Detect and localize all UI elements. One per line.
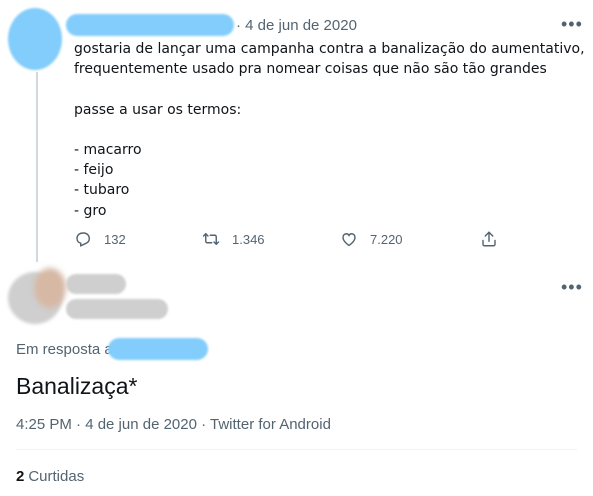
reply-button[interactable]: 132 <box>74 230 126 248</box>
avatar-detail <box>34 268 66 308</box>
author-name-redacted[interactable] <box>66 274 126 294</box>
tweet-date[interactable]: · 4 de jun de 2020 <box>236 17 357 34</box>
author-handle-redacted[interactable] <box>66 299 168 319</box>
retweet-count: 1.346 <box>232 231 265 247</box>
more-options-icon[interactable]: ••• <box>561 14 583 35</box>
tweet-body: gostaria de lançar uma campanha contra a… <box>74 39 585 221</box>
tweet-line: - gro <box>74 202 107 219</box>
heart-icon <box>342 233 356 247</box>
tweet-line: frequentemente usado pra nomear coisas q… <box>74 61 547 78</box>
thread-connector <box>36 72 38 262</box>
tweet-line <box>74 120 574 140</box>
tweet-text: Banalizaça* <box>16 373 138 399</box>
tweet-line: gostaria de lançar uma campanha contra a… <box>74 41 585 57</box>
retweet-button[interactable]: 1.346 <box>202 230 265 248</box>
tweet-line: - feijo <box>74 162 114 179</box>
reply-icon <box>76 232 91 247</box>
likes-count: 2 <box>16 468 25 485</box>
likes-summary[interactable]: 2 Curtidas <box>16 468 84 485</box>
like-count: 7.220 <box>370 231 403 247</box>
share-button[interactable] <box>480 230 510 248</box>
share-icon <box>482 231 496 247</box>
reply-count: 132 <box>104 231 126 247</box>
likes-label: Curtidas <box>28 468 85 485</box>
reply-to-handle-redacted[interactable] <box>108 338 208 360</box>
author-name-redacted[interactable] <box>66 14 234 36</box>
tweet-timestamp[interactable]: 4:25 PM · 4 de jun de 2020 · Twitter for… <box>16 416 331 433</box>
tweet-actions: 132 1.346 7.220 <box>74 230 504 254</box>
reply-to-label: Em resposta a <box>16 341 113 358</box>
avatar[interactable] <box>8 8 62 70</box>
more-options-icon[interactable]: ••• <box>561 277 583 298</box>
tweet-line: - tubaro <box>74 182 130 199</box>
tweet-line <box>74 79 574 99</box>
tweet-line: - macarro <box>74 141 142 158</box>
tweet-line: passe a usar os termos: <box>74 101 242 118</box>
like-button[interactable]: 7.220 <box>340 230 403 248</box>
divider <box>16 449 577 450</box>
retweet-icon <box>202 233 220 245</box>
